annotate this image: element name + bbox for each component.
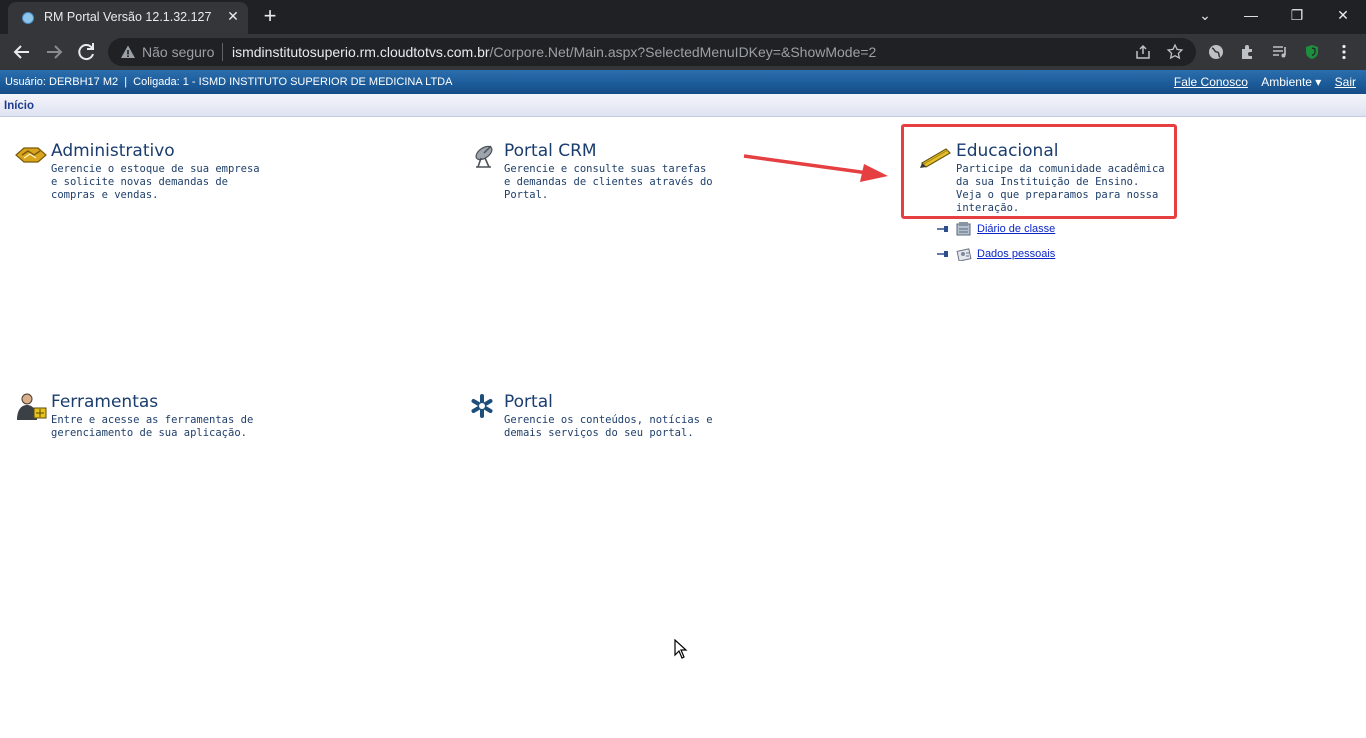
module-portal-crm[interactable]: Portal CRM Gerencie e consulte suas tare… bbox=[467, 141, 727, 211]
top-links: Fale Conosco Ambiente ▾ Sair bbox=[1164, 75, 1356, 89]
tab-search-icon[interactable]: ⌄ bbox=[1182, 4, 1228, 26]
close-window-button[interactable]: ✕ bbox=[1320, 4, 1366, 26]
module-description: Gerencie e consulte suas tarefas e deman… bbox=[504, 163, 713, 201]
sublink-label[interactable]: Dados pessoais bbox=[977, 248, 1055, 260]
module-description: Gerencie os conteúdos, notícias e demais… bbox=[504, 414, 713, 439]
star-glyph bbox=[1166, 43, 1184, 60]
sublink-label[interactable]: Diário de classe bbox=[977, 223, 1055, 235]
puzzle-glyph bbox=[1242, 45, 1252, 59]
kebab-glyph bbox=[1342, 44, 1346, 60]
warning-icon[interactable] bbox=[120, 44, 136, 60]
module-title[interactable]: Portal bbox=[504, 392, 553, 412]
handshake-icon bbox=[15, 147, 47, 163]
address-bar[interactable]: Não seguro ismdinstitutosuperio.rm.cloud… bbox=[108, 38, 1196, 66]
reload-button[interactable] bbox=[74, 40, 98, 64]
module-description: Entre e acesse as ferramentas de gerenci… bbox=[51, 414, 254, 439]
minimize-button[interactable]: — bbox=[1228, 4, 1274, 26]
globe-glyph bbox=[1209, 45, 1223, 59]
share-glyph bbox=[1136, 44, 1150, 59]
environment-menu[interactable]: Ambiente ▾ bbox=[1261, 75, 1321, 89]
module-title[interactable]: Portal CRM bbox=[504, 141, 597, 161]
contact-link[interactable]: Fale Conosco bbox=[1174, 75, 1248, 89]
breadcrumb[interactable]: Início bbox=[4, 100, 34, 112]
url-host: ismdinstitutosuperio.rm.cloudtotvs.com.b… bbox=[232, 44, 490, 60]
logout-link[interactable]: Sair bbox=[1335, 75, 1356, 89]
share-icon[interactable] bbox=[1134, 43, 1152, 61]
breadcrumb-bar: Início bbox=[0, 94, 1366, 117]
annotation-highlight-box bbox=[901, 124, 1177, 219]
forward-button[interactable] bbox=[42, 40, 66, 64]
module-title[interactable]: Administrativo bbox=[51, 141, 175, 161]
module-portal[interactable]: Portal Gerencie os conteúdos, notícias e… bbox=[467, 392, 727, 452]
browser-tab[interactable]: RM Portal Versão 12.1.32.127 ✕ bbox=[8, 2, 248, 34]
module-title[interactable]: Ferramentas bbox=[51, 392, 158, 412]
reload-icon bbox=[78, 43, 94, 61]
module-administrativo[interactable]: Administrativo Gerencie o estoque de sua… bbox=[14, 141, 274, 211]
playlist-glyph bbox=[1273, 46, 1286, 58]
sublink-diario-de-classe[interactable]: Diário de classe bbox=[937, 222, 1137, 238]
class-diary-icon bbox=[956, 222, 971, 236]
new-tab-button[interactable]: + bbox=[258, 5, 282, 28]
omnibox-separator bbox=[222, 43, 223, 61]
mouse-pointer-icon bbox=[674, 639, 688, 659]
shield-glyph bbox=[1306, 45, 1318, 59]
tools-person-icon bbox=[17, 393, 47, 420]
globe-extension-icon[interactable] bbox=[1206, 42, 1226, 62]
arrow-left-icon bbox=[13, 45, 29, 59]
not-secure-label[interactable]: Não seguro bbox=[142, 44, 214, 60]
tab-favicon-icon bbox=[22, 12, 34, 24]
tab-close-icon[interactable]: ✕ bbox=[224, 8, 242, 26]
user-info: Usuário: DERBH17 M2 | Coligada: 1 - ISMD… bbox=[5, 76, 453, 88]
browser-titlebar: RM Portal Versão 12.1.32.127 ✕ + ⌄ — ❐ ✕ bbox=[0, 0, 1366, 34]
satellite-dish-icon bbox=[475, 145, 493, 168]
back-button[interactable] bbox=[10, 40, 34, 64]
annotation-arrow-icon bbox=[743, 154, 888, 182]
tree-bullet-icon bbox=[937, 226, 948, 232]
module-ferramentas[interactable]: Ferramentas Entre e acesse as ferramenta… bbox=[14, 392, 274, 452]
tree-bullet-icon bbox=[937, 251, 948, 257]
tab-title: RM Portal Versão 12.1.32.127 bbox=[44, 10, 212, 24]
portal-user-bar: Usuário: DERBH17 M2 | Coligada: 1 - ISMD… bbox=[0, 70, 1366, 94]
asterisk-icon bbox=[471, 394, 493, 418]
browser-menu-icon[interactable] bbox=[1334, 42, 1354, 62]
bookmark-star-icon[interactable] bbox=[1166, 43, 1184, 61]
extensions-puzzle-icon[interactable] bbox=[1238, 42, 1258, 62]
arrow-right-icon bbox=[47, 45, 63, 59]
url-text[interactable]: ismdinstitutosuperio.rm.cloudtotvs.com.b… bbox=[232, 44, 876, 60]
restore-button[interactable]: ❐ bbox=[1274, 4, 1320, 26]
sublink-dados-pessoais[interactable]: Dados pessoais bbox=[937, 247, 1137, 263]
media-control-icon[interactable] bbox=[1270, 42, 1290, 62]
browser-toolbar: Não seguro ismdinstitutosuperio.rm.cloud… bbox=[0, 34, 1366, 70]
module-description: Gerencie o estoque de sua empresa e soli… bbox=[51, 163, 260, 201]
shield-extension-icon[interactable] bbox=[1302, 42, 1322, 62]
url-path: /Corpore.Net/Main.aspx?SelectedMenuIDKey… bbox=[489, 44, 877, 60]
personal-data-icon bbox=[956, 248, 972, 261]
